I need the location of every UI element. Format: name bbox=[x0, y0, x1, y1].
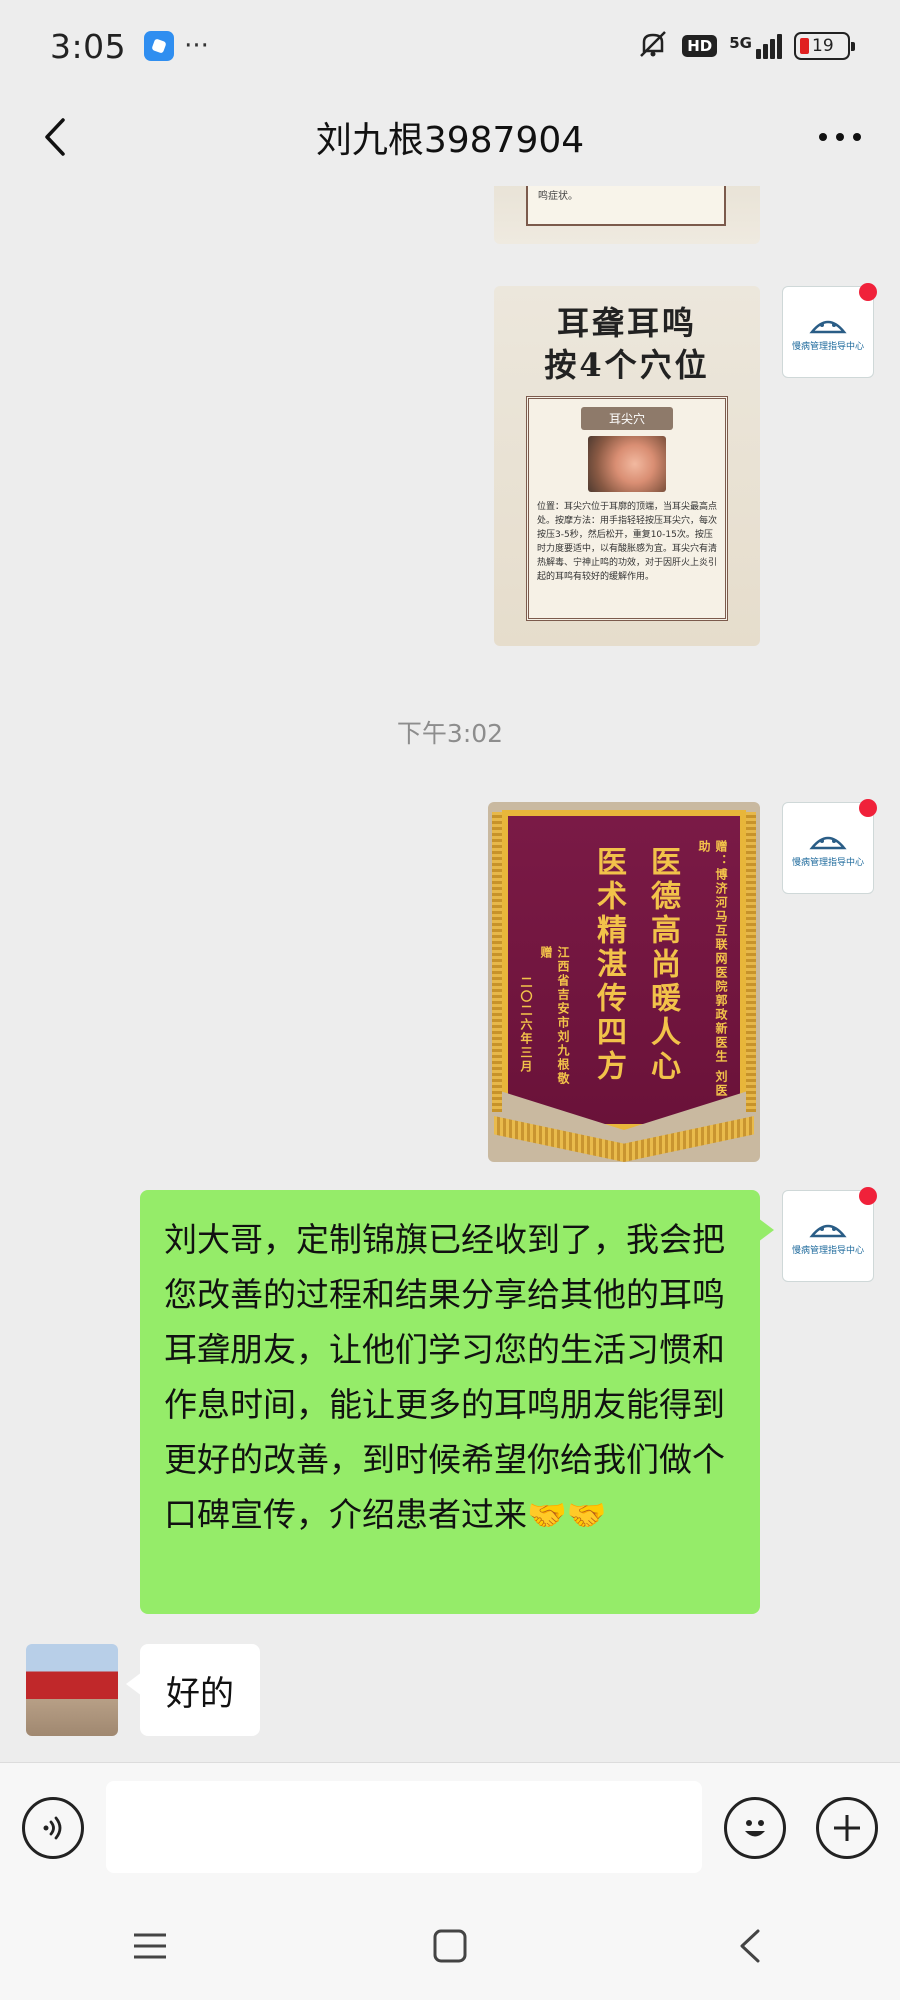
incoming-message-text: 好的 bbox=[166, 1673, 234, 1714]
silent-icon bbox=[636, 27, 670, 65]
outgoing-text-bubble[interactable]: 刘大哥，定制锦旗已经收到了，我会把您改善的过程和结果分享给其他的耳鸣耳聋朋友，让… bbox=[140, 1190, 774, 1614]
more-icon[interactable] bbox=[810, 112, 870, 162]
handshake-emoji: 🤝🤝 bbox=[527, 1496, 607, 1534]
image-message-acupoint-partial[interactable]: 摩此穴可以促进耳部气血流通，缓解耳鸣症状。 bbox=[494, 186, 760, 244]
unread-dot bbox=[859, 1187, 877, 1205]
unread-dot bbox=[859, 799, 877, 817]
self-avatar[interactable]: 慢病管理指导中心 bbox=[782, 283, 877, 378]
home-icon[interactable] bbox=[410, 1906, 490, 1986]
acupoint-card: 耳尖穴 位置：耳尖穴位于耳廓的顶端，当耳尖最高点处。按摩方法：用手指轻轻按压耳尖… bbox=[526, 396, 728, 621]
back-arrow-icon[interactable] bbox=[30, 112, 80, 162]
self-avatar[interactable]: 慢病管理指导中心 bbox=[782, 1187, 877, 1282]
avatar-label: 慢病管理指导中心 bbox=[791, 858, 864, 868]
image-title: 耳聋耳鸣 按4个穴位 bbox=[544, 304, 710, 384]
status-time: 3:05 bbox=[50, 26, 127, 66]
hospital-logo-icon bbox=[809, 836, 847, 850]
voice-icon[interactable] bbox=[22, 1797, 84, 1859]
image-caption-text: 摩此穴可以促进耳部气血流通，缓解耳鸣症状。 bbox=[538, 186, 708, 202]
contact-avatar[interactable] bbox=[26, 1644, 118, 1736]
back-icon[interactable] bbox=[710, 1906, 790, 1986]
outgoing-message-text: 刘大哥，定制锦旗已经收到了，我会把您改善的过程和结果分享给其他的耳鸣耳聋朋友，让… bbox=[164, 1220, 725, 1534]
hospital-logo-icon bbox=[809, 320, 847, 334]
hospital-logo-icon bbox=[809, 1224, 847, 1238]
battery-level: 19 bbox=[812, 36, 834, 56]
plus-icon[interactable] bbox=[816, 1797, 878, 1859]
banner-sender: 江西省吉安市刘九根敬赠 bbox=[539, 946, 570, 1086]
message-input[interactable] bbox=[106, 1781, 702, 1873]
banner-recipient: 赠：博济河马互联网医院郭政新医生 刘医助 bbox=[697, 840, 728, 1099]
chat-title: 刘九根3987904 bbox=[315, 120, 585, 161]
system-navigation-bar bbox=[0, 1892, 900, 2000]
app-notification-icon bbox=[144, 31, 175, 61]
input-bar bbox=[0, 1762, 900, 1892]
menu-icon[interactable] bbox=[110, 1906, 190, 1986]
image-message-banner[interactable]: 赠：博济河马互联网医院郭政新医生 刘医助 医德高尚暖人心 医术精湛传四方 江西省… bbox=[488, 802, 760, 1162]
chat-area[interactable]: 摩此穴可以促进耳部气血流通，缓解耳鸣症状。 耳聋耳鸣 按4个穴位 耳尖穴 位置：… bbox=[0, 186, 900, 1760]
acupoint-description: 位置：耳尖穴位于耳廓的顶端，当耳尖最高点处。按摩方法：用手指轻轻按压耳尖穴，每次… bbox=[537, 502, 718, 582]
unread-dot bbox=[859, 283, 877, 301]
status-bar: 3:05 ··· HD 5G 19 bbox=[0, 0, 900, 92]
battery-icon: 19 bbox=[794, 32, 855, 60]
ear-photo bbox=[588, 436, 666, 492]
banner-date: 二〇二六年三月 bbox=[519, 976, 533, 1074]
chat-header: 刘九根3987904 bbox=[0, 92, 900, 182]
image-message-acupoint[interactable]: 耳聋耳鸣 按4个穴位 耳尖穴 位置：耳尖穴位于耳廓的顶端，当耳尖最高点处。按摩方… bbox=[494, 286, 760, 646]
signal-icon: 5G bbox=[729, 33, 782, 59]
acupoint-label: 耳尖穴 bbox=[581, 407, 673, 430]
banner-line-right: 医德高尚暖人心 bbox=[645, 846, 680, 1084]
banner-line-left: 医术精湛传四方 bbox=[591, 846, 626, 1084]
timestamp: 下午3:02 bbox=[396, 719, 504, 748]
status-more-dots: ··· bbox=[184, 31, 209, 61]
silk-banner: 赠：博济河马互联网医院郭政新医生 刘医助 医德高尚暖人心 医术精湛传四方 江西省… bbox=[502, 810, 746, 1130]
hd-badge: HD bbox=[682, 35, 718, 57]
avatar-label: 慢病管理指导中心 bbox=[791, 342, 864, 352]
self-avatar[interactable]: 慢病管理指导中心 bbox=[782, 799, 877, 894]
incoming-text-bubble[interactable]: 好的 bbox=[126, 1644, 260, 1736]
network-type: 5G bbox=[729, 33, 752, 52]
emoji-icon[interactable] bbox=[724, 1797, 786, 1859]
avatar-label: 慢病管理指导中心 bbox=[791, 1246, 864, 1256]
